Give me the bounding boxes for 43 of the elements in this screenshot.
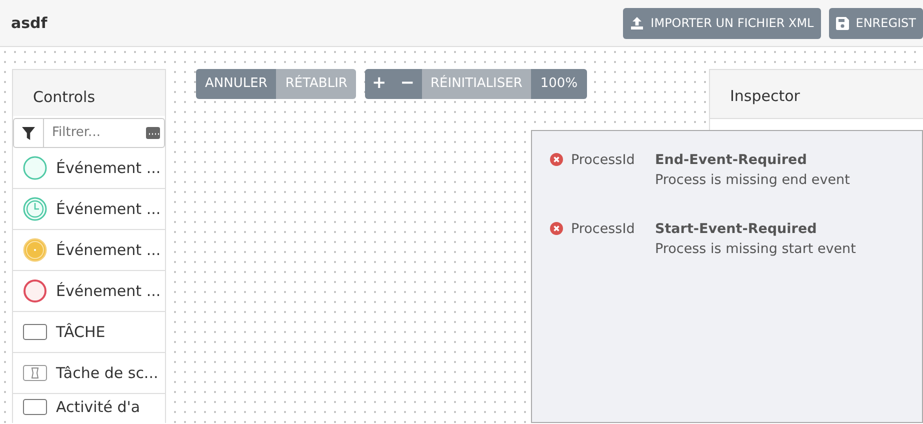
filter-icon — [22, 126, 35, 140]
control-item[interactable]: Événement ... — [13, 230, 165, 271]
import-button[interactable]: IMPORTER UN FICHIER XML — [622, 8, 821, 38]
keyboard-icon[interactable] — [146, 127, 160, 139]
rule-name: End-Event-Required — [655, 151, 808, 170]
control-label: Activité d'a — [56, 399, 140, 416]
control-label: Événement ... — [56, 280, 161, 302]
intermediate-event-icon — [23, 238, 47, 262]
upload-icon — [630, 16, 644, 30]
control-item[interactable]: Tâche de sc... — [13, 353, 165, 394]
control-item[interactable]: TÂCHE — [13, 312, 165, 353]
error-icon — [550, 222, 563, 234]
script-task-icon — [23, 365, 47, 381]
control-item[interactable]: Activité d'a — [13, 394, 165, 424]
element-id: ProcessId — [571, 220, 635, 238]
panel-title: Controls — [13, 70, 165, 116]
toolbar-button[interactable]: ANNULER — [196, 69, 276, 99]
timer-event-icon — [23, 197, 47, 221]
control-label: TÂCHE — [56, 322, 106, 343]
control-label: Événement ... — [56, 158, 161, 179]
control-item[interactable]: Événement ... — [13, 271, 165, 312]
error-icon — [550, 153, 563, 166]
control-item[interactable]: Événement ... — [13, 148, 165, 189]
start-event-icon — [23, 156, 47, 180]
control-label: Événement ... — [56, 240, 161, 261]
filter-field[interactable]: Filtrer... — [13, 118, 165, 148]
control-label: Événement ... — [56, 198, 161, 220]
element-id: ProcessId — [571, 151, 635, 170]
issue-message: Process is missing start event — [655, 240, 856, 259]
issue-message: Process is missing end event — [655, 171, 850, 190]
toolbar-button[interactable]: + — [365, 69, 394, 99]
control-item[interactable]: Événement ... — [13, 189, 165, 230]
rule-name: Start-Event-Required — [655, 220, 818, 238]
app-title: asdf — [11, 12, 48, 34]
save-button[interactable]: ENREGIST — [828, 8, 923, 38]
save-icon — [836, 16, 849, 30]
task-icon — [23, 324, 47, 340]
panel-title: Inspector — [710, 70, 923, 119]
toolbar-button[interactable]: − — [393, 69, 422, 99]
task-icon — [23, 399, 47, 415]
control-label: Tâche de sc... — [56, 362, 158, 384]
end-event-icon — [23, 279, 47, 303]
toolbar-button[interactable]: 100% — [531, 69, 587, 99]
